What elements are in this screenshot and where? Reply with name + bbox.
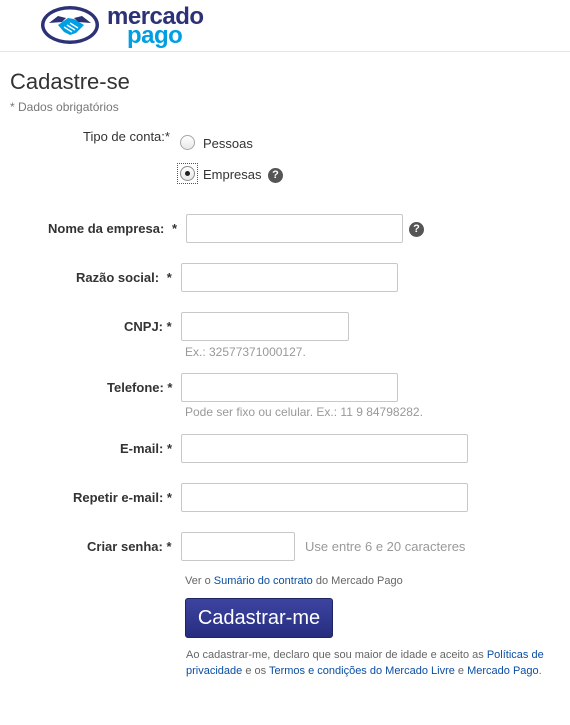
header: mercado pago xyxy=(0,0,570,52)
radio-selected-dot xyxy=(185,171,190,176)
legal-middle: e os xyxy=(242,665,269,677)
email-repeat-label: Repetir e-mail: * xyxy=(73,490,172,505)
phone-input[interactable] xyxy=(181,373,398,402)
contract-suffix: do Mercado Pago xyxy=(312,575,403,587)
radio-option-empresas[interactable]: Empresas ? xyxy=(177,163,290,184)
password-hint: Use entre 6 e 20 caracteres xyxy=(305,539,466,554)
email-label: E-mail: * xyxy=(120,441,173,456)
handshake-logo-icon xyxy=(41,6,99,44)
contract-summary-link[interactable]: Sumário do contrato xyxy=(214,575,313,587)
contract-summary-line: Ver o Sumário do contrato do Mercado Pag… xyxy=(185,575,403,587)
question-circle-icon[interactable]: ? xyxy=(409,222,424,237)
legal-and: e xyxy=(454,665,468,677)
legal-name-input[interactable] xyxy=(181,263,398,292)
logo-word-pago: pago xyxy=(127,22,183,49)
email-input[interactable] xyxy=(181,434,468,463)
legal-name-label-text: Razão social: xyxy=(76,270,160,285)
cnpj-input[interactable] xyxy=(181,312,349,341)
legal-prefix: Ao cadastrar-me, declaro que sou maior d… xyxy=(186,649,487,661)
radio-option-pessoas[interactable]: Pessoas xyxy=(180,133,260,153)
radio-pessoas[interactable] xyxy=(180,135,195,150)
submit-button[interactable]: Cadastrar-me xyxy=(185,598,333,638)
contract-prefix: Ver o xyxy=(185,575,214,587)
cnpj-label: CNPJ: * xyxy=(124,319,172,334)
company-name-required-mark: * xyxy=(171,221,178,236)
legal-text: Ao cadastrar-me, declaro que sou maior d… xyxy=(186,647,556,679)
terms-link[interactable]: Termos e condições do Mercado Livre xyxy=(269,665,455,677)
company-name-label: Nome da empresa: * xyxy=(48,221,177,236)
radio-label-pessoas: Pessoas xyxy=(203,136,253,151)
legal-name-label: Razão social: * xyxy=(76,270,172,285)
logo-wordmark: mercado pago xyxy=(107,5,217,49)
mercado-pago-logo[interactable]: mercado pago xyxy=(40,5,210,48)
phone-hint: Pode ser fixo ou celular. Ex.: 11 9 8479… xyxy=(185,405,423,419)
page-title: Cadastre-se xyxy=(10,69,130,94)
email-repeat-input[interactable] xyxy=(181,483,468,512)
legal-name-required-mark: * xyxy=(166,270,172,285)
legal-end: . xyxy=(538,665,542,677)
company-name-label-text: Nome da empresa: xyxy=(48,221,165,236)
phone-label: Telefone: * xyxy=(107,380,173,395)
required-note: * Dados obrigatórios xyxy=(10,100,119,114)
radio-empresas[interactable] xyxy=(180,166,195,181)
account-type-label: Tipo de conta:* xyxy=(83,129,170,144)
company-name-input[interactable] xyxy=(186,214,403,243)
password-label: Criar senha: * xyxy=(87,539,172,554)
radio-label-empresas: Empresas xyxy=(203,167,262,182)
mercado-pago-link[interactable]: Mercado Pago xyxy=(467,665,539,677)
question-circle-icon[interactable]: ? xyxy=(268,168,283,183)
cnpj-hint: Ex.: 32577371000127. xyxy=(185,345,306,359)
password-input[interactable] xyxy=(181,532,295,561)
